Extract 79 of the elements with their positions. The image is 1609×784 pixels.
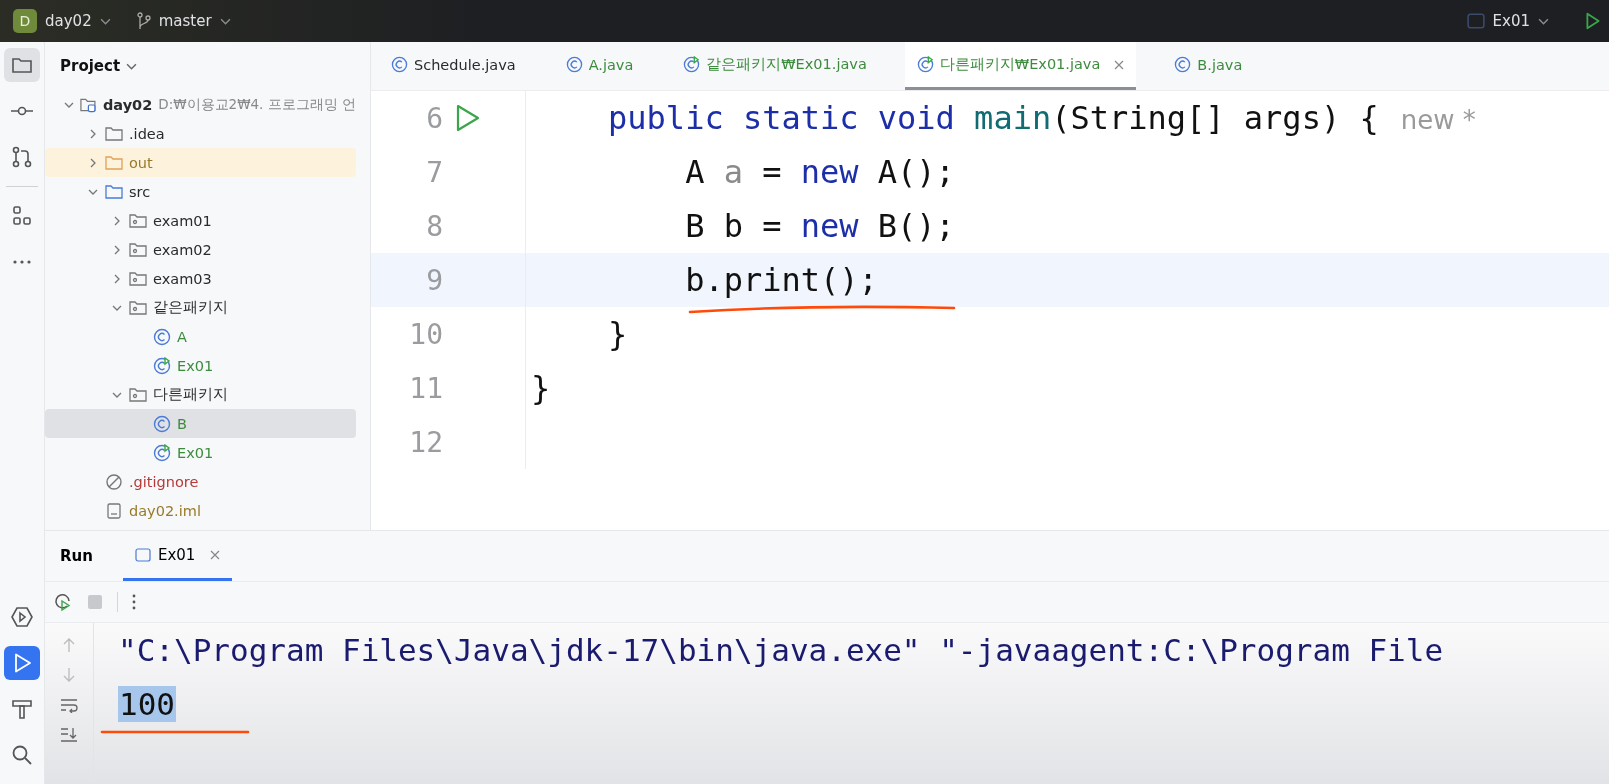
tree-item[interactable]: exam01	[45, 206, 356, 235]
tree-item-label: 다른패키지	[153, 385, 228, 404]
editor-tab[interactable]: 같은패키지₩Ex01.java	[671, 42, 879, 90]
code-line: b.print();	[684, 261, 878, 299]
code-line: B b = new B();	[684, 207, 955, 245]
tree-item-label: .idea	[129, 125, 165, 142]
chevron-right-icon[interactable]	[112, 215, 122, 226]
tree-item-label: 같은패키지	[153, 298, 228, 317]
tree-item[interactable]: 같은패키지	[45, 293, 356, 322]
project-badge: D	[13, 9, 37, 33]
tree-item-label: src	[129, 183, 151, 200]
console-output: "C:\Program Files\Java\jdk-17\bin\java.exe" "-javaagent:C:\Program File	[118, 632, 1444, 668]
project-panel-title[interactable]: Project	[60, 57, 121, 75]
tree-item-label: day02.iml	[129, 502, 201, 519]
code-line: public static void main(String[] args) { new *	[607, 99, 1476, 137]
tree-item[interactable]: day02 D:₩이용교2₩4. 프로그래밍 언	[45, 90, 356, 119]
console-window-icon	[134, 547, 151, 562]
tree-item-label: day02	[102, 96, 153, 113]
line-number: 12	[408, 425, 443, 459]
tree-item-label: exam02	[153, 241, 212, 258]
tree-item-label: B	[177, 415, 187, 432]
tree-item-label: exam03	[153, 270, 212, 287]
close-icon[interactable]	[1114, 59, 1125, 70]
run-config-button[interactable]: Ex01	[1492, 12, 1530, 30]
branch-icon	[136, 12, 151, 30]
caret-icon	[219, 17, 231, 25]
run-panel-title: Run	[60, 547, 93, 565]
editor-tab[interactable]: A.java	[553, 42, 646, 90]
soft-wrap-icon[interactable]	[60, 697, 78, 713]
run-gutter-icon[interactable]	[455, 104, 481, 132]
more-icon[interactable]	[132, 594, 136, 610]
close-icon[interactable]	[210, 549, 221, 560]
chevron-right-icon[interactable]	[88, 128, 98, 139]
line-number: 11	[408, 371, 443, 405]
line-number: 9	[425, 263, 443, 297]
caret-icon	[1538, 17, 1549, 25]
tree-item-label: .gitignore	[129, 473, 199, 490]
tree-item[interactable]: src	[45, 177, 356, 206]
editor-tab[interactable]: Schedule.java	[379, 42, 528, 90]
caret-icon	[126, 62, 138, 70]
rerun-icon[interactable]	[53, 592, 73, 612]
tree-item-label: Ex01	[177, 357, 214, 374]
tree-item-label: exam01	[153, 212, 212, 229]
code-line: }	[607, 315, 628, 353]
window-icon	[1466, 13, 1485, 29]
tree-item[interactable]: day02.iml	[45, 496, 356, 525]
run-icon[interactable]	[1585, 12, 1601, 30]
tree-item[interactable]: .idea	[45, 119, 356, 148]
code-line: A a = new A();	[684, 153, 955, 191]
tree-item[interactable]: out	[45, 148, 356, 177]
tree-item[interactable]: exam02	[45, 235, 356, 264]
tree-item-label: Ex01	[177, 444, 214, 461]
scroll-to-end-icon[interactable]	[60, 727, 78, 743]
console-output: 100	[118, 686, 176, 722]
chevron-right-icon[interactable]	[112, 244, 122, 255]
project-name-button[interactable]: day02	[45, 12, 92, 30]
run-icon[interactable]	[4, 646, 40, 680]
chevron-right-icon[interactable]	[88, 157, 98, 168]
tree-item[interactable]: 다른패키지	[45, 380, 356, 409]
tree-item[interactable]: A	[45, 322, 356, 351]
code-line: }	[531, 369, 551, 407]
run-tab[interactable]: Ex01	[122, 531, 233, 581]
tree-item[interactable]: .gitignore	[45, 467, 356, 496]
module-path: D:₩이용교2₩4. 프로그래밍 언	[158, 95, 356, 114]
tree-item[interactable]: Ex01	[45, 438, 356, 467]
tree-item-label: A	[177, 328, 187, 345]
branch-button[interactable]: master	[158, 12, 212, 30]
line-number: 10	[408, 317, 443, 351]
editor-tab[interactable]: 다른패키지₩Ex01.java	[904, 42, 1137, 90]
tree-item[interactable]: Ex01	[45, 351, 356, 380]
chevron-right-icon[interactable]	[112, 273, 122, 284]
tree-item-label: out	[129, 154, 153, 171]
editor-tab[interactable]: B.java	[1162, 42, 1255, 90]
line-number: 8	[425, 209, 443, 243]
tree-item[interactable]: exam03	[45, 264, 356, 293]
line-number: 7	[425, 155, 443, 189]
caret-icon	[99, 17, 111, 25]
folder-icon[interactable]	[4, 48, 40, 82]
line-number: 6	[425, 101, 443, 135]
